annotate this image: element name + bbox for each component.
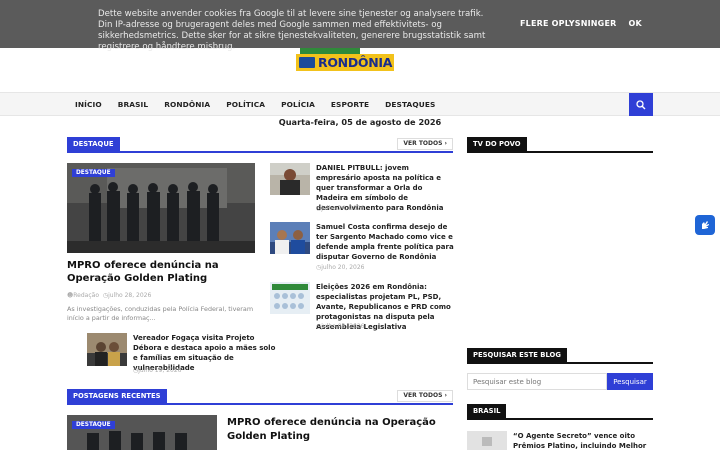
- nav-item-destaques[interactable]: DESTAQUES: [377, 100, 443, 109]
- flag-icon: [299, 57, 315, 68]
- nav-search-button[interactable]: [629, 93, 653, 116]
- blog-search-button[interactable]: Pesquisar: [607, 373, 653, 390]
- post-thumb[interactable]: [270, 163, 310, 195]
- nav-item-inicio[interactable]: INÍCIO: [67, 100, 110, 109]
- blog-search-input[interactable]: [467, 373, 607, 390]
- recentes-label: POSTAGENS RECENTES: [67, 389, 167, 403]
- post-date: ◷julho 08, 2026: [316, 323, 365, 330]
- post-title[interactable]: Samuel Costa confirma desejo de ter Sarg…: [316, 222, 456, 262]
- nav-item-politica[interactable]: POLÍTICA: [218, 100, 273, 109]
- recentes-header: POSTAGENS RECENTES VER TODOS ›: [67, 389, 453, 405]
- main-nav: INÍCIO BRASIL RONDÔNIA POLÍTICA POLÍCIA …: [0, 92, 720, 116]
- post-date: ◷julho 20, 2026: [316, 264, 365, 271]
- nav-item-brasil[interactable]: BRASIL: [110, 100, 156, 109]
- cookie-more-info-button[interactable]: FLERE OPLYSNINGER: [520, 19, 616, 28]
- recent-image[interactable]: DESTAQUE: [67, 415, 217, 450]
- logo-word: RONDÔNIA: [318, 55, 393, 70]
- destaque-label: DESTAQUE: [67, 137, 120, 151]
- post-thumb[interactable]: [87, 333, 127, 366]
- tv-header: TV DO POVO: [467, 137, 653, 153]
- destaque-header: DESTAQUE VER TODOS ›: [67, 137, 453, 153]
- cookie-ok-button[interactable]: OK: [628, 19, 641, 28]
- featured-excerpt: As investigações, conduzidas pela Políci…: [67, 305, 254, 322]
- current-date: Quarta-feira, 05 de agosto de 2026: [278, 117, 442, 127]
- nav-item-rondonia[interactable]: RONDÔNIA: [156, 100, 218, 109]
- brasil-label: BRASIL: [467, 404, 507, 418]
- nav-item-policia[interactable]: POLÍCIA: [273, 100, 323, 109]
- search-header: PESQUISAR ESTE BLOG: [467, 348, 653, 364]
- post-thumb[interactable]: [270, 282, 310, 314]
- recentes-see-all-button[interactable]: VER TODOS ›: [397, 390, 453, 402]
- recent-title[interactable]: MPRO oferece denúncia na Operação Golden…: [227, 416, 457, 444]
- recent-badge[interactable]: DESTAQUE: [72, 421, 115, 429]
- accessibility-widget-button[interactable]: [695, 215, 715, 235]
- cookie-banner: Dette website anvender cookies fra Googl…: [0, 0, 720, 52]
- sign-language-icon: [702, 221, 709, 229]
- search-icon: [636, 99, 646, 109]
- brasil-item-title[interactable]: “O Agente Secreto” vence oito Prêmios Pl…: [513, 431, 653, 450]
- featured-meta: ☻Redação ◷julho 28, 2026: [67, 292, 152, 299]
- featured-title[interactable]: MPRO oferece denúncia na Operação Golden…: [67, 259, 257, 285]
- featured-badge[interactable]: DESTAQUE: [72, 169, 115, 177]
- featured-image[interactable]: DESTAQUE: [67, 163, 255, 253]
- cookie-text: Dette website anvender cookies fra Googl…: [98, 9, 486, 52]
- nav-item-esporte[interactable]: ESPORTE: [323, 100, 377, 109]
- brasil-header: BRASIL: [467, 404, 653, 420]
- brasil-thumb[interactable]: [467, 431, 507, 450]
- post-date: ◷julho 19, 2026: [133, 367, 182, 374]
- post-thumb[interactable]: [270, 222, 310, 254]
- destaque-see-all-button[interactable]: VER TODOS ›: [397, 138, 453, 150]
- search-label: PESQUISAR ESTE BLOG: [467, 348, 567, 362]
- post-date: ◷julho 24, 2026: [316, 205, 365, 212]
- tv-label: TV DO POVO: [467, 137, 527, 151]
